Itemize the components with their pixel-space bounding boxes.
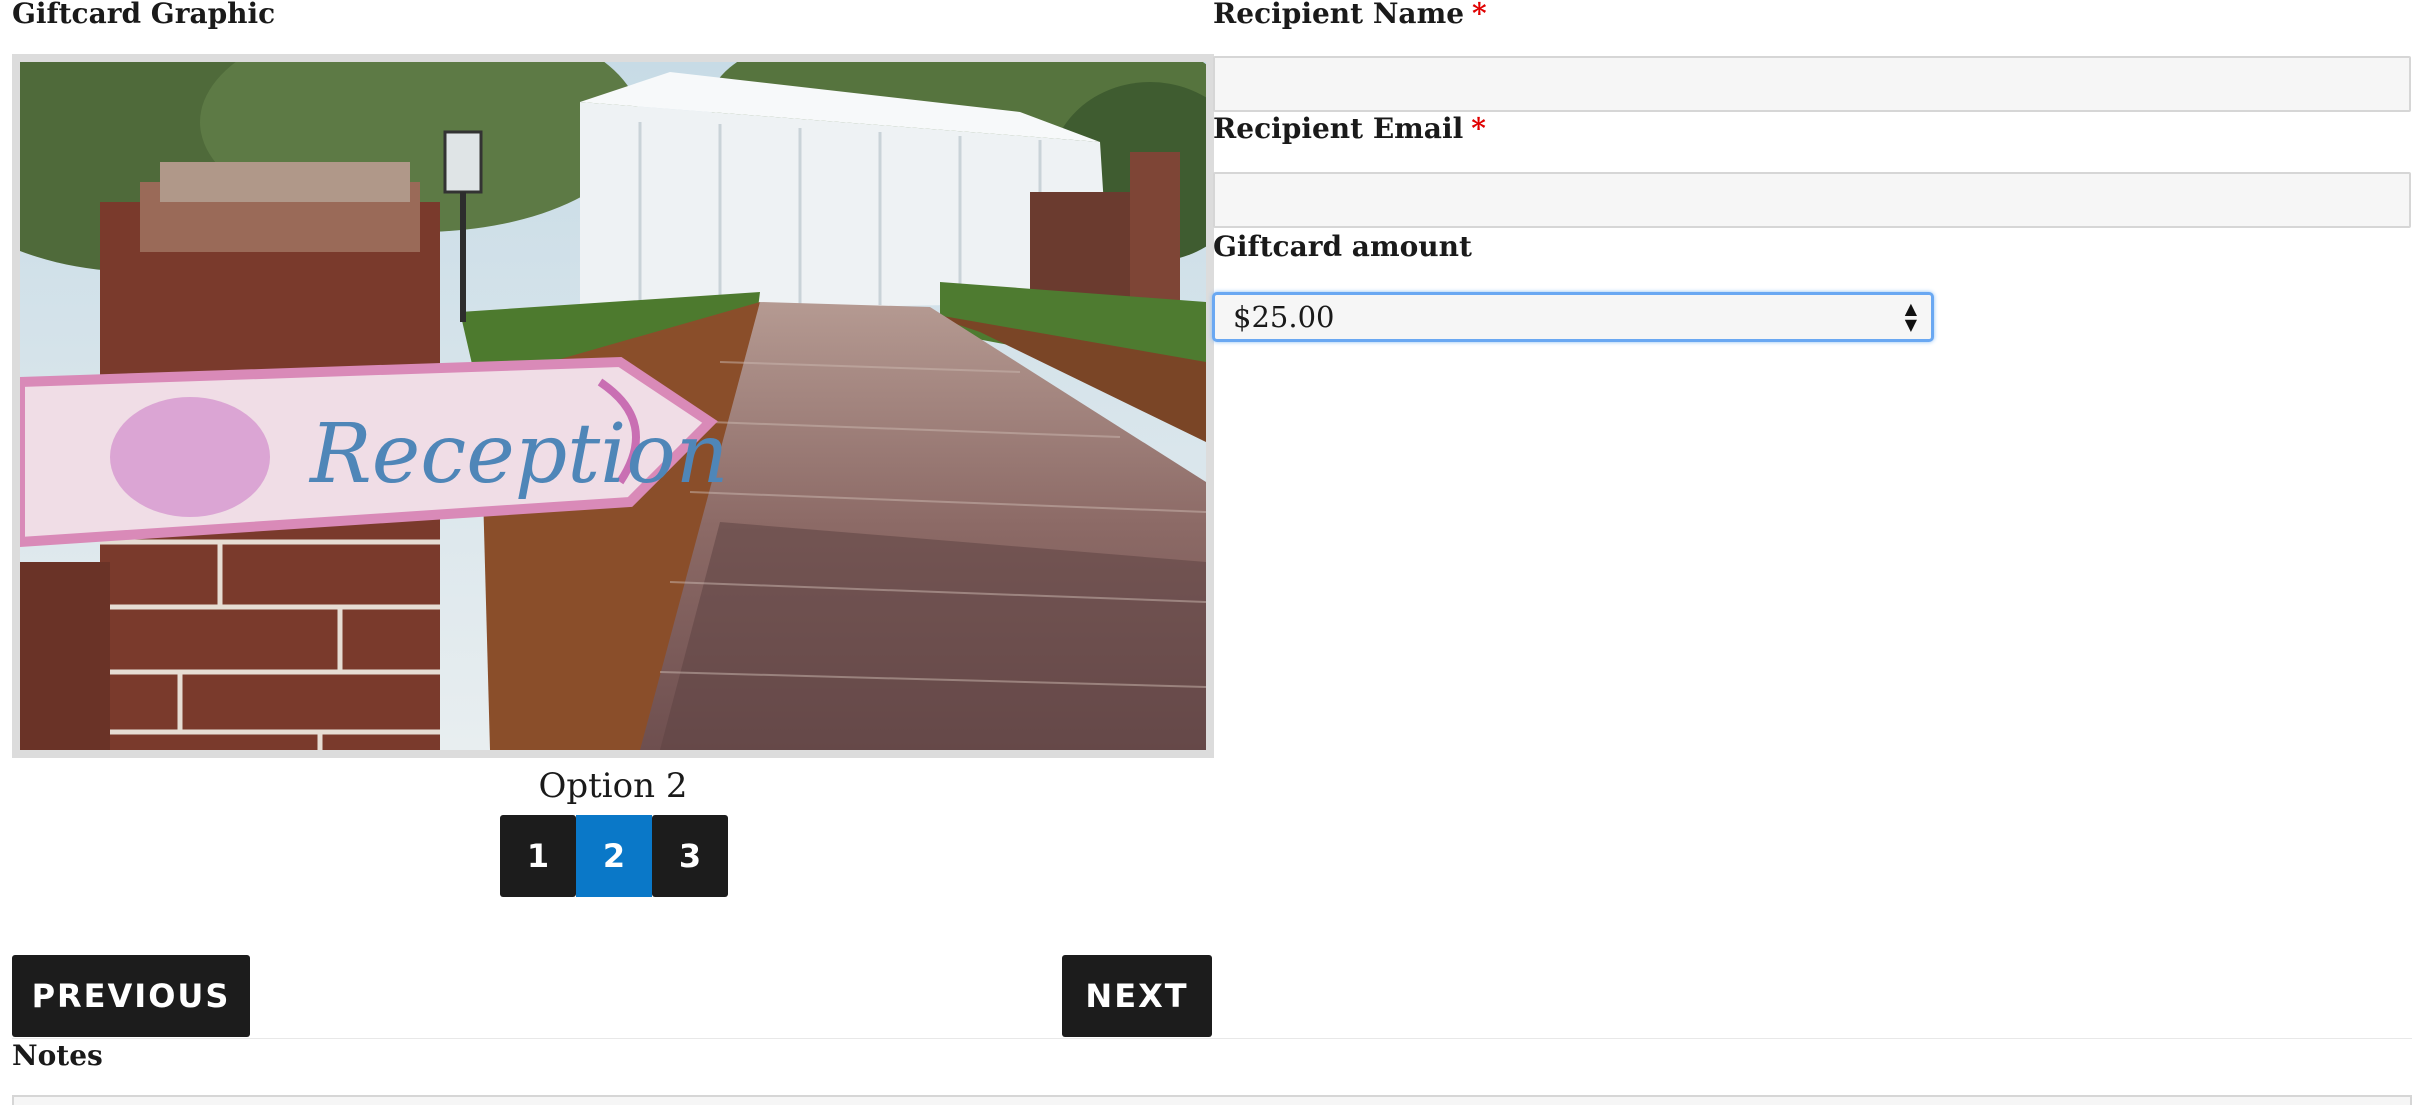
giftcard-photo: Reception xyxy=(20,62,1206,750)
required-mark: * xyxy=(1471,112,1486,145)
recipient-name-label: Recipient Name * xyxy=(1213,0,1487,30)
option-caption: Option 2 xyxy=(538,766,688,806)
giftcard-amount-value: $25.00 xyxy=(1233,300,1335,334)
recipient-name-input[interactable] xyxy=(1213,56,2411,112)
recipient-email-input[interactable] xyxy=(1213,172,2411,228)
recipient-email-label-text: Recipient Email xyxy=(1213,112,1464,145)
giftcard-amount-label: Giftcard amount xyxy=(1213,230,1472,263)
required-mark: * xyxy=(1472,0,1487,30)
pager-button-2[interactable]: 2 xyxy=(576,815,652,897)
giftcard-amount-select[interactable]: $25.00 ▲ ▼ xyxy=(1212,292,1934,342)
pager-button-3[interactable]: 3 xyxy=(652,815,728,897)
giftcard-graphic-label: Giftcard Graphic xyxy=(12,0,276,30)
previous-button[interactable]: PREVIOUS xyxy=(12,955,250,1037)
select-arrows-icon: ▲ ▼ xyxy=(1904,299,1917,334)
section-divider xyxy=(12,1038,2412,1039)
giftcard-graphic-frame: Reception xyxy=(12,54,1214,758)
sign-text: Reception xyxy=(308,407,729,502)
notes-input[interactable] xyxy=(12,1095,2412,1105)
pager-button-1[interactable]: 1 xyxy=(500,815,576,897)
next-button[interactable]: NEXT xyxy=(1062,955,1212,1037)
notes-label: Notes xyxy=(12,1039,103,1072)
recipient-email-label: Recipient Email * xyxy=(1213,113,1486,145)
graphic-pager: 1 2 3 xyxy=(500,815,728,897)
recipient-name-label-text: Recipient Name xyxy=(1213,0,1465,30)
